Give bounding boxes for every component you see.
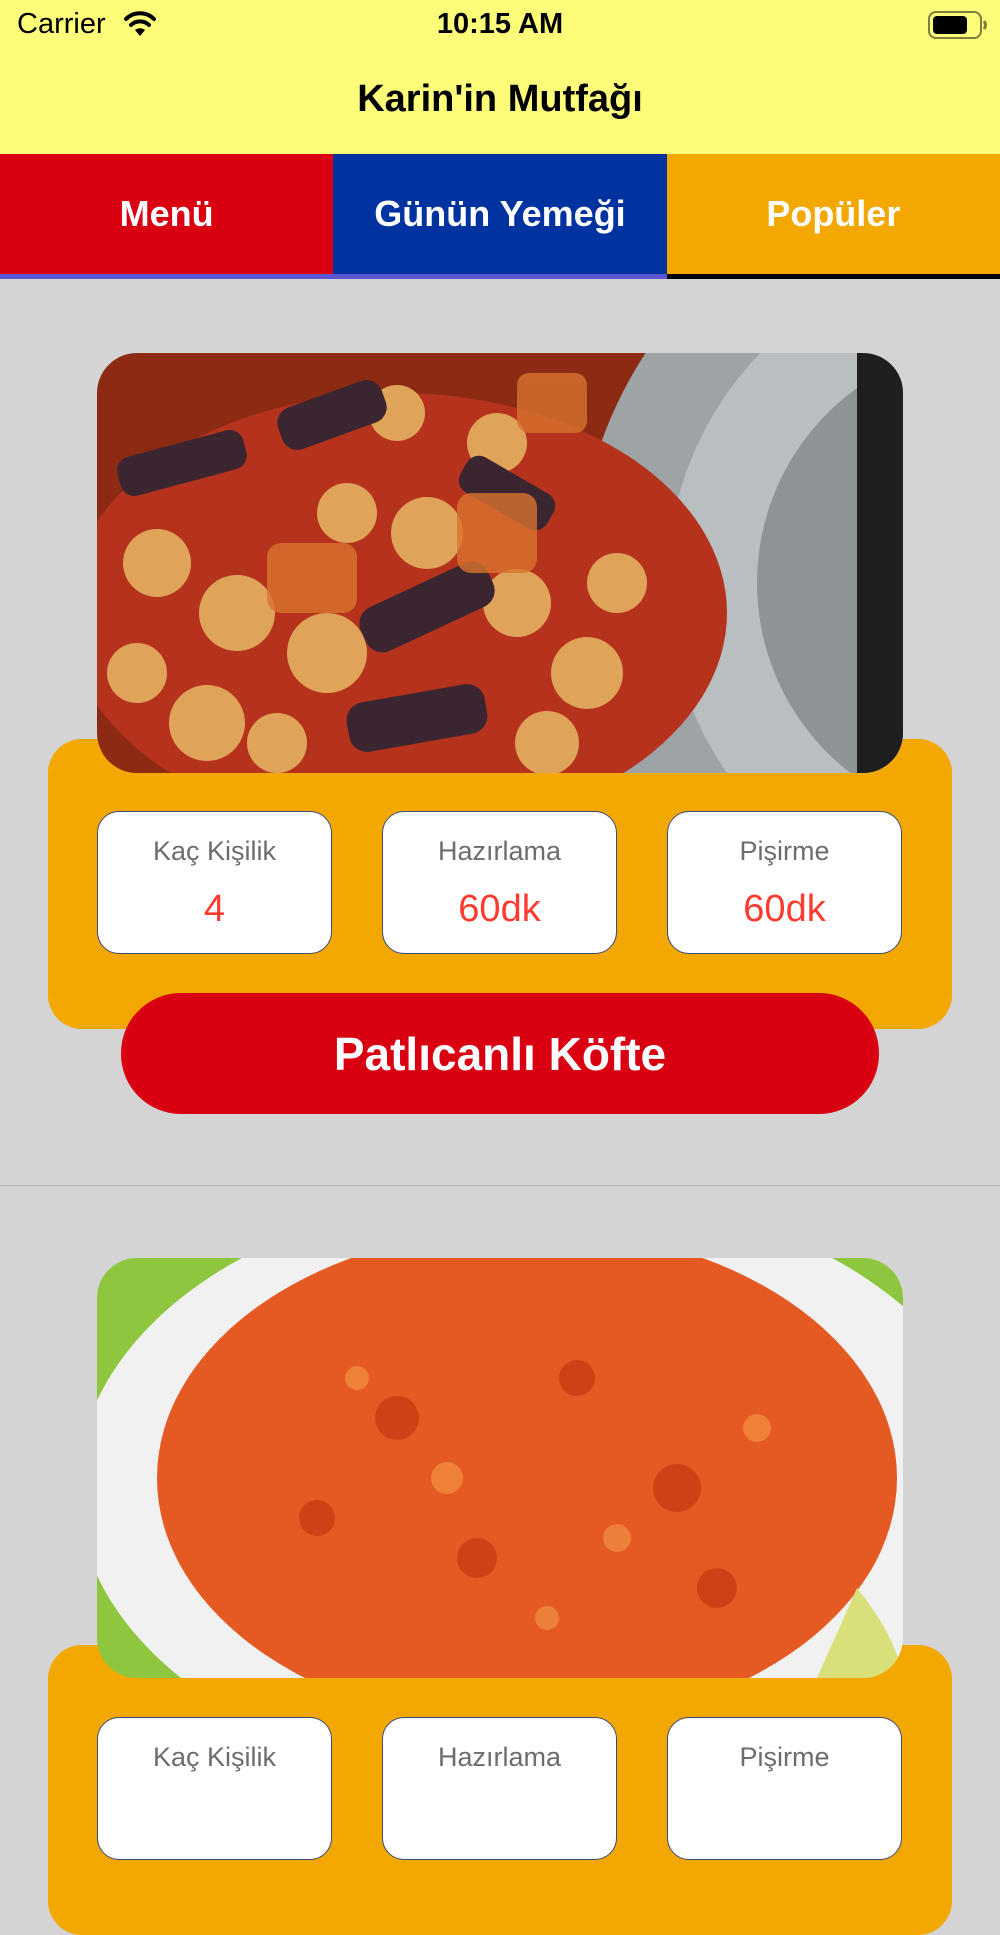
prep-time-label: Hazırlama xyxy=(437,836,562,866)
recipe-name-button[interactable]: Patlıcanlı Köfte xyxy=(121,993,879,1114)
tab-popular[interactable]: Popüler xyxy=(666,154,1000,279)
cook-time-box: Pişirme xyxy=(667,1717,902,1860)
servings-box: Kaç Kişilik 4 xyxy=(97,811,332,954)
cook-time-label: Pişirme xyxy=(739,1742,830,1772)
battery-icon xyxy=(928,11,987,39)
page-title: Karin'in Mutfağı xyxy=(357,78,643,120)
header: Carrier 10:15 AM Karin'in Mutfağı xyxy=(0,0,1000,154)
tab-bar: Menü Günün Yemeği Popüler xyxy=(0,154,1000,279)
prep-time-label: Hazırlama xyxy=(437,1742,562,1772)
tab-menu[interactable]: Menü xyxy=(0,154,334,279)
cook-time-label: Pişirme xyxy=(739,836,830,866)
clock: 10:15 AM xyxy=(436,8,564,40)
status-bar: Carrier 10:15 AM xyxy=(0,0,1000,50)
servings-value: 4 xyxy=(203,888,226,930)
prep-time-box: Hazırlama xyxy=(382,1717,617,1860)
recipe-image xyxy=(97,353,903,773)
recipe-image xyxy=(97,1258,903,1678)
tab-daily-dish[interactable]: Günün Yemeği xyxy=(333,154,667,279)
prep-time-box: Hazırlama 60dk xyxy=(382,811,617,954)
row-divider xyxy=(0,1185,1000,1186)
prep-time-value: 60dk xyxy=(458,888,541,930)
servings-label: Kaç Kişilik xyxy=(152,836,277,866)
servings-label: Kaç Kişilik xyxy=(152,1742,277,1772)
cook-time-value: 60dk xyxy=(743,888,826,930)
cook-time-box: Pişirme 60dk xyxy=(667,811,902,954)
servings-box: Kaç Kişilik xyxy=(97,1717,332,1860)
